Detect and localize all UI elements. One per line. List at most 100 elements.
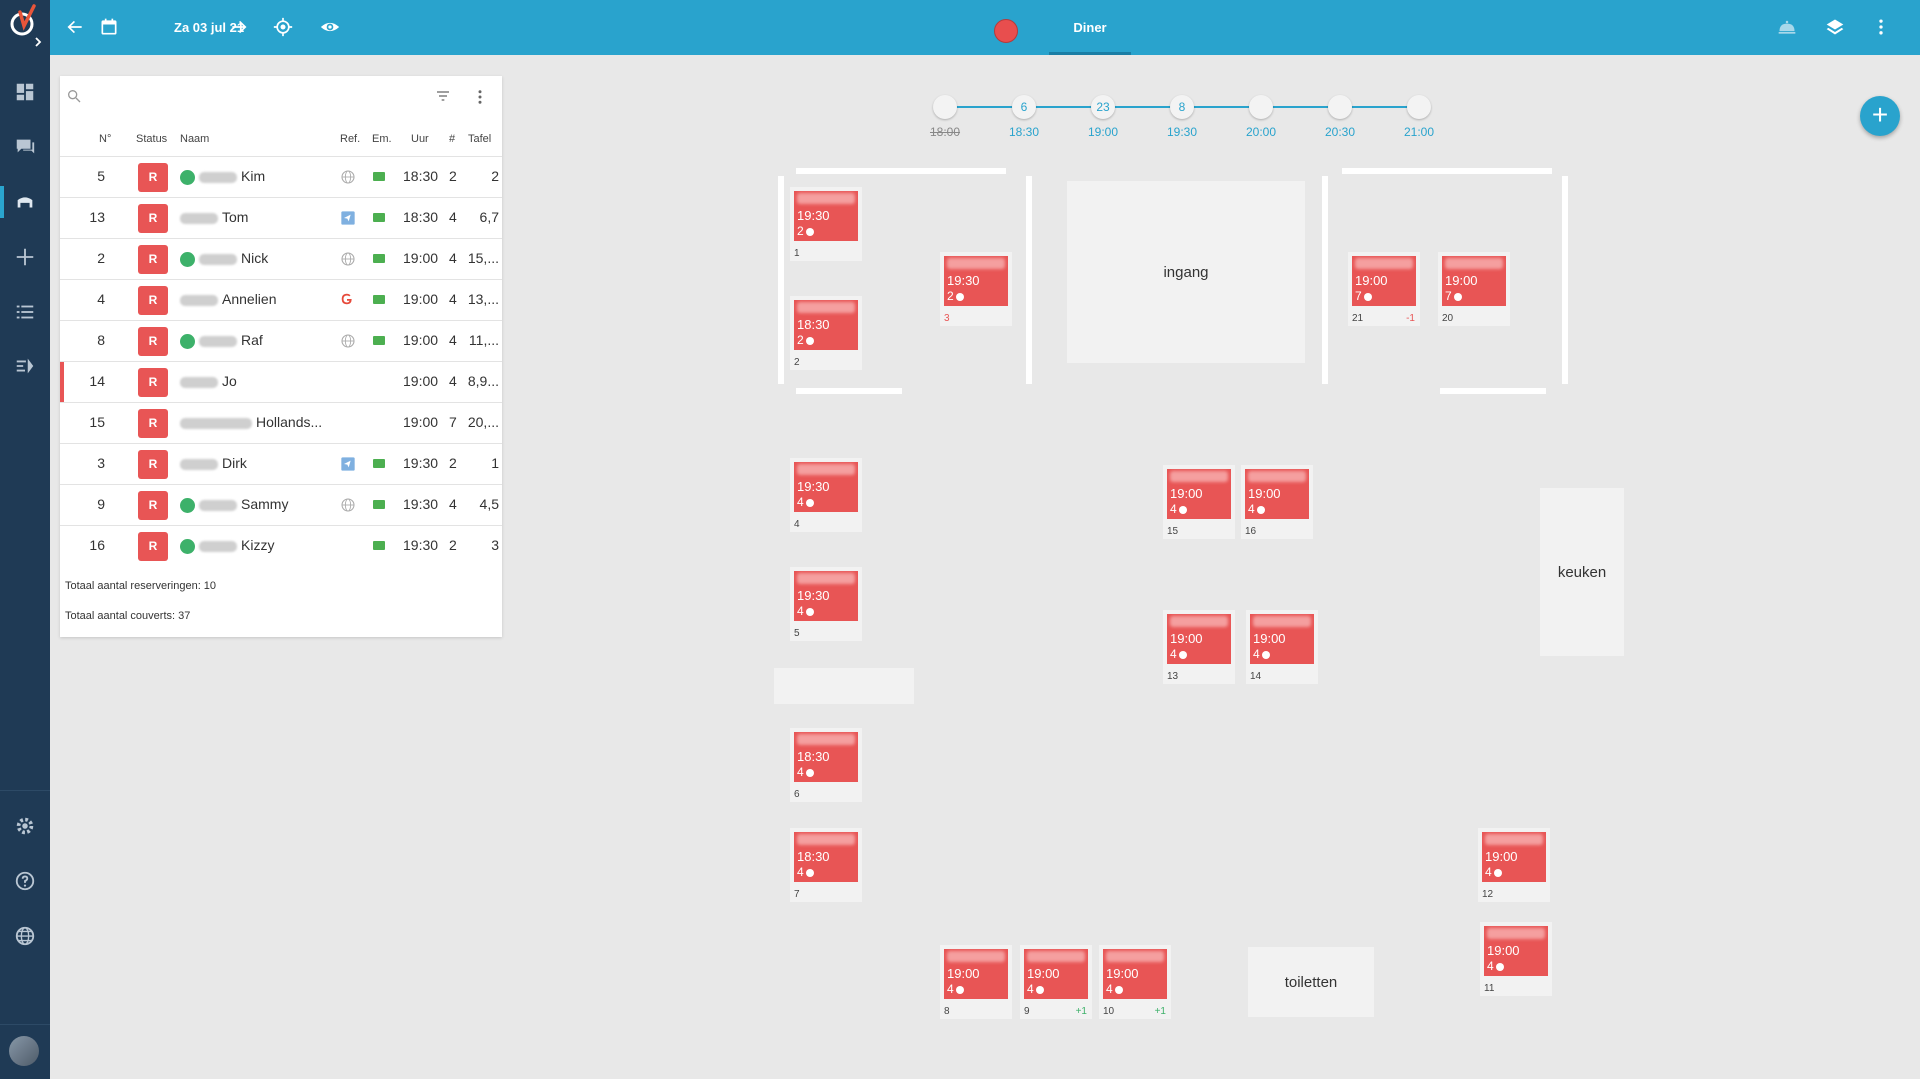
reservation-card[interactable]: 19:30 4 (794, 462, 858, 512)
timeline-slot-label[interactable]: 19:00 (1073, 125, 1133, 139)
table-1[interactable]: 19:30 2 1 (790, 187, 862, 261)
help-icon[interactable] (0, 861, 50, 901)
tab-diner[interactable]: Diner (1049, 0, 1131, 55)
col-header-ref[interactable]: Ref. (340, 133, 360, 145)
table-row[interactable]: 3 R Dirk 19:30 2 1 (60, 443, 502, 485)
table-4[interactable]: 19:30 4 4 (790, 458, 862, 532)
status-badge[interactable]: R (138, 409, 168, 438)
col-header-name[interactable]: Naam (180, 133, 209, 145)
reservation-card[interactable]: 19:30 2 (794, 191, 858, 241)
timeline-slot-marker[interactable]: 23 (1091, 95, 1115, 119)
reservation-card[interactable]: 19:00 7 (1442, 256, 1506, 306)
dashboard-icon[interactable] (0, 72, 50, 112)
more-menu-icon[interactable] (1868, 14, 1894, 40)
table-6[interactable]: 18:30 4 6 (790, 728, 862, 802)
timeline-slot-marker[interactable] (1407, 95, 1431, 119)
status-badge[interactable]: R (138, 450, 168, 479)
status-badge[interactable]: R (138, 286, 168, 315)
table-15[interactable]: 19:00 4 15 (1163, 465, 1235, 539)
add-reservation-button[interactable]: + (1860, 96, 1900, 136)
timeline-slot-marker[interactable] (933, 95, 957, 119)
reservation-card[interactable]: 19:30 4 (794, 571, 858, 621)
table-20[interactable]: 19:00 7 20 (1438, 252, 1510, 326)
reservation-card[interactable]: 19:00 4 (1245, 469, 1309, 519)
table-row[interactable]: 2 R Nick 19:00 4 15,... (60, 238, 502, 280)
reservation-card[interactable]: 18:30 2 (794, 300, 858, 350)
reservation-card[interactable]: 19:30 2 (944, 256, 1008, 306)
table-10[interactable]: 19:00 4 10 +1 (1099, 945, 1171, 1019)
reservation-card[interactable]: 18:30 4 (794, 832, 858, 882)
timeline-slot-label[interactable]: 20:00 (1231, 125, 1291, 139)
table-row[interactable]: 16 R Kizzy 19:30 2 3 (60, 525, 502, 567)
col-header-count[interactable]: # (449, 133, 455, 145)
service-cloche-icon[interactable] (1774, 14, 1800, 40)
reservation-card[interactable]: 19:00 4 (1024, 949, 1088, 999)
layers-icon[interactable] (1822, 14, 1848, 40)
zone-bar[interactable] (774, 668, 914, 704)
reservation-card[interactable]: 19:00 7 (1352, 256, 1416, 306)
table-row[interactable]: 5 R Kim 18:30 2 2 (60, 156, 502, 198)
settings-gear-icon[interactable] (0, 806, 50, 846)
live-status-dot[interactable] (994, 19, 1018, 43)
language-globe-icon[interactable] (0, 916, 50, 956)
table-row[interactable]: 8 R Raf 19:00 4 11,... (60, 320, 502, 362)
timeline-slot-marker[interactable] (1249, 95, 1273, 119)
reservation-card[interactable]: 19:00 4 (1482, 832, 1546, 882)
status-badge[interactable]: R (138, 163, 168, 192)
zone-entrance[interactable]: ingang (1067, 181, 1305, 363)
table-11[interactable]: 19:00 4 11 (1480, 922, 1552, 996)
floorplan-icon[interactable] (0, 182, 50, 222)
table-9[interactable]: 19:00 4 9 +1 (1020, 945, 1092, 1019)
search-icon[interactable] (66, 88, 82, 107)
reservation-card[interactable]: 19:00 4 (1250, 614, 1314, 664)
table-13[interactable]: 19:00 4 13 (1163, 610, 1235, 684)
table-row[interactable]: 14 R Jo 19:00 4 8,9... (60, 361, 502, 403)
table-3[interactable]: 19:30 2 3 (940, 252, 1012, 326)
timeline-slot-label[interactable]: 21:00 (1389, 125, 1449, 139)
col-header-no[interactable]: N° (99, 133, 111, 145)
table-2[interactable]: 18:30 2 2 (790, 296, 862, 370)
timeline-slot-marker[interactable]: 8 (1170, 95, 1194, 119)
reservation-card[interactable]: 19:00 4 (944, 949, 1008, 999)
status-badge[interactable]: R (138, 491, 168, 520)
table-12[interactable]: 19:00 4 12 (1478, 828, 1550, 902)
reservation-card[interactable]: 19:00 4 (1167, 469, 1231, 519)
timeline-slot-label[interactable]: 19:30 (1152, 125, 1212, 139)
waitlist-icon[interactable] (0, 346, 50, 386)
status-badge[interactable]: R (138, 368, 168, 397)
timeline-slot-label[interactable]: 18:00 (915, 125, 975, 139)
chat-icon[interactable] (0, 126, 50, 166)
table-7[interactable]: 18:30 4 7 (790, 828, 862, 902)
list-icon[interactable] (0, 292, 50, 332)
reservation-card[interactable]: 19:00 4 (1103, 949, 1167, 999)
table-14[interactable]: 19:00 4 14 (1246, 610, 1318, 684)
table-21[interactable]: 19:00 7 21 -1 (1348, 252, 1420, 326)
timeline-slot-label[interactable]: 20:30 (1310, 125, 1370, 139)
table-16[interactable]: 19:00 4 16 (1241, 465, 1313, 539)
col-header-table[interactable]: Tafel (468, 133, 491, 145)
col-header-time[interactable]: Uur (411, 133, 429, 145)
status-badge[interactable]: R (138, 204, 168, 233)
search-input[interactable] (88, 84, 358, 108)
table-row[interactable]: 15 R Hollands... 19:00 7 20,... (60, 402, 502, 444)
table-row[interactable]: 4 R Annelien 19:00 4 13,... (60, 279, 502, 321)
calendar-icon[interactable] (96, 14, 122, 40)
status-badge[interactable]: R (138, 532, 168, 561)
user-avatar[interactable] (9, 1036, 39, 1066)
col-header-status[interactable]: Status (136, 133, 167, 145)
zone-kitchen[interactable]: keuken (1540, 488, 1624, 656)
forward-arrow-icon[interactable] (226, 14, 252, 40)
zone-toilets[interactable]: toiletten (1248, 947, 1374, 1017)
reservation-card[interactable]: 19:00 4 (1484, 926, 1548, 976)
table-5[interactable]: 19:30 4 5 (790, 567, 862, 641)
filter-icon[interactable] (434, 88, 452, 107)
status-badge[interactable]: R (138, 327, 168, 356)
timeline-slot-label[interactable]: 18:30 (994, 125, 1054, 139)
app-logo[interactable] (0, 0, 50, 55)
today-target-icon[interactable] (270, 14, 296, 40)
timeline-slot-marker[interactable] (1328, 95, 1352, 119)
panel-more-icon[interactable] (476, 88, 484, 109)
visibility-eye-icon[interactable] (317, 14, 343, 40)
status-badge[interactable]: R (138, 245, 168, 274)
table-row[interactable]: 13 R Tom 18:30 4 6,7 (60, 197, 502, 239)
